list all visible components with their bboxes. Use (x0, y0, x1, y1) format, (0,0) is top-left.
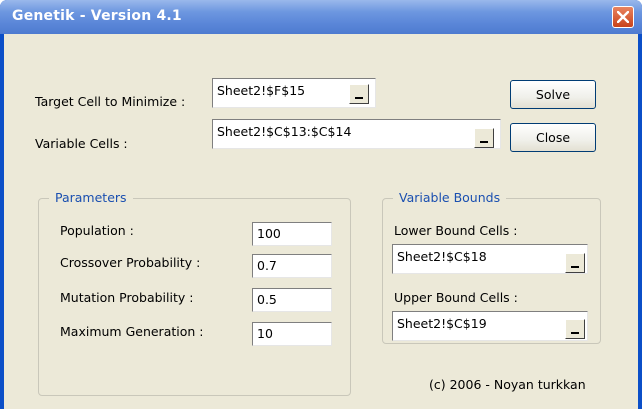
lower-bound-input[interactable]: Sheet2!$C$18 (392, 244, 588, 274)
lower-bound-label: Lower Bound Cells : (394, 223, 518, 238)
mutation-probability-label: Mutation Probability : (60, 290, 194, 305)
target-cell-label: Target Cell to Minimize : (35, 94, 186, 109)
population-label: Population : (60, 223, 134, 238)
upper-bound-input[interactable]: Sheet2!$C$19 (392, 311, 588, 341)
upper-bound-picker-button[interactable] (565, 319, 585, 339)
variable-cells-input[interactable]: Sheet2!$C$13:$C$14 (212, 119, 501, 149)
dialog-body: Target Cell to Minimize : Sheet2!$F$15 V… (4, 34, 638, 409)
lower-bound-picker-button[interactable] (565, 253, 585, 273)
crossover-probability-label: Crossover Probability : (60, 255, 201, 270)
target-cell-picker-button[interactable] (349, 84, 369, 104)
copyright-text: (c) 2006 - Noyan turkkan (429, 377, 586, 392)
variable-cells-picker-button[interactable] (474, 128, 494, 148)
maximum-generation-label: Maximum Generation : (60, 324, 204, 339)
close-window-button[interactable] (612, 6, 634, 28)
maximum-generation-input[interactable]: 10 (252, 322, 332, 346)
variable-bounds-legend: Variable Bounds (393, 190, 507, 205)
upper-bound-label: Upper Bound Cells : (394, 290, 518, 305)
parameters-legend: Parameters (49, 190, 133, 205)
close-icon (617, 11, 629, 23)
title-bar[interactable]: Genetik - Version 4.1 (0, 0, 642, 34)
solve-button[interactable]: Solve (510, 80, 596, 109)
variable-cells-label: Variable Cells : (35, 136, 128, 151)
mutation-probability-input[interactable]: 0.5 (252, 288, 332, 312)
window-title: Genetik - Version 4.1 (12, 8, 182, 24)
population-input[interactable]: 100 (252, 222, 332, 246)
crossover-probability-input[interactable]: 0.7 (252, 254, 332, 278)
close-button[interactable]: Close (510, 123, 596, 152)
dialog-window: Genetik - Version 4.1 Target Cell to Min… (0, 0, 642, 409)
